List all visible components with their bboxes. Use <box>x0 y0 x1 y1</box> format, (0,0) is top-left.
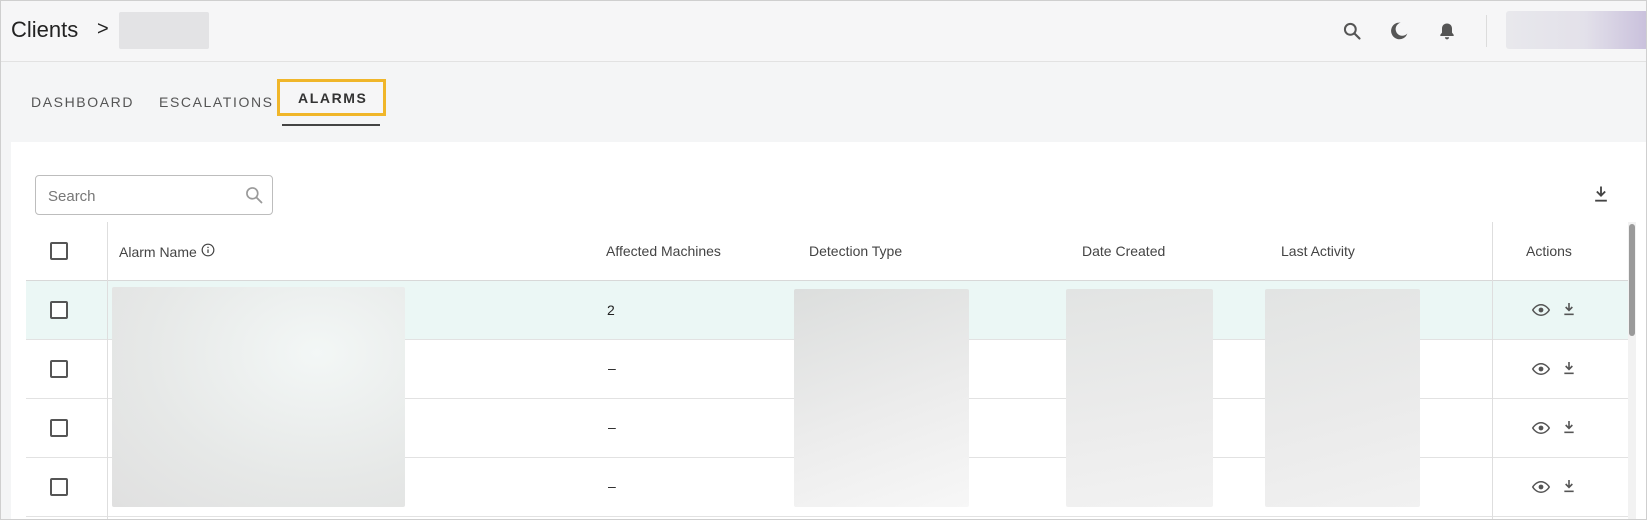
affected-machines-cell: – <box>608 360 616 376</box>
breadcrumb-client-name[interactable] <box>119 12 209 49</box>
column-divider <box>107 222 108 519</box>
export-download-icon[interactable] <box>1591 184 1611 209</box>
search-icon[interactable] <box>1341 20 1363 42</box>
row-checkbox[interactable] <box>50 478 68 496</box>
download-icon[interactable] <box>1561 477 1577 500</box>
user-menu[interactable] <box>1506 11 1646 49</box>
breadcrumb-separator: > <box>97 18 109 40</box>
table-header-row: Alarm Name Affected Machines Detection T… <box>26 222 1631 281</box>
tab-dashboard[interactable]: DASHBOARD <box>31 94 134 110</box>
redacted-alarm-names <box>112 287 405 507</box>
column-header-last-activity[interactable]: Last Activity <box>1281 243 1355 259</box>
tab-bar: DASHBOARD ESCALATIONS ALARMS <box>1 62 1646 142</box>
breadcrumb-clients[interactable]: Clients <box>11 17 78 43</box>
bell-icon[interactable] <box>1436 20 1458 42</box>
select-all-checkbox[interactable] <box>50 242 68 260</box>
redacted-last-activity <box>1265 289 1420 507</box>
row-checkbox[interactable] <box>50 419 68 437</box>
eye-icon[interactable] <box>1531 419 1551 442</box>
tab-escalations[interactable]: ESCALATIONS <box>159 94 274 110</box>
redacted-dates-created <box>1066 289 1213 507</box>
search-field-icon <box>244 185 264 210</box>
column-header-alarm-name[interactable]: Alarm Name <box>119 243 215 260</box>
header-divider <box>1486 15 1487 47</box>
column-header-label: Alarm Name <box>119 243 197 260</box>
column-header-date-created[interactable]: Date Created <box>1082 243 1165 259</box>
column-divider <box>1492 222 1493 519</box>
alarms-panel: Alarm Name Affected Machines Detection T… <box>11 142 1646 519</box>
table-scrollbar-thumb[interactable] <box>1629 224 1635 336</box>
column-header-affected-machines[interactable]: Affected Machines <box>606 243 721 259</box>
app-window: Clients > DASHBOARD ESCALATIONS ALARMS S… <box>0 0 1647 520</box>
affected-machines-cell: – <box>608 478 616 494</box>
eye-icon[interactable] <box>1531 478 1551 501</box>
redacted-detection-types <box>794 289 969 507</box>
active-tab-indicator <box>282 124 380 126</box>
search-field[interactable] <box>35 175 273 215</box>
eye-icon[interactable] <box>1531 301 1551 324</box>
alarms-table: Alarm Name Affected Machines Detection T… <box>26 222 1631 519</box>
tab-alarms[interactable]: ALARMS <box>276 79 387 116</box>
column-header-detection-type[interactable]: Detection Type <box>809 243 902 259</box>
info-icon[interactable] <box>201 243 215 260</box>
eye-icon[interactable] <box>1531 360 1551 383</box>
search-input[interactable] <box>48 184 238 208</box>
row-checkbox[interactable] <box>50 301 68 319</box>
top-header: Clients > <box>1 1 1646 62</box>
download-icon[interactable] <box>1561 300 1577 323</box>
row-checkbox[interactable] <box>50 360 68 378</box>
affected-machines-cell: 2 <box>607 302 615 318</box>
download-icon[interactable] <box>1561 359 1577 382</box>
download-icon[interactable] <box>1561 418 1577 441</box>
affected-machines-cell: – <box>608 419 616 435</box>
moon-icon[interactable] <box>1388 20 1410 42</box>
column-header-actions: Actions <box>1526 243 1572 259</box>
